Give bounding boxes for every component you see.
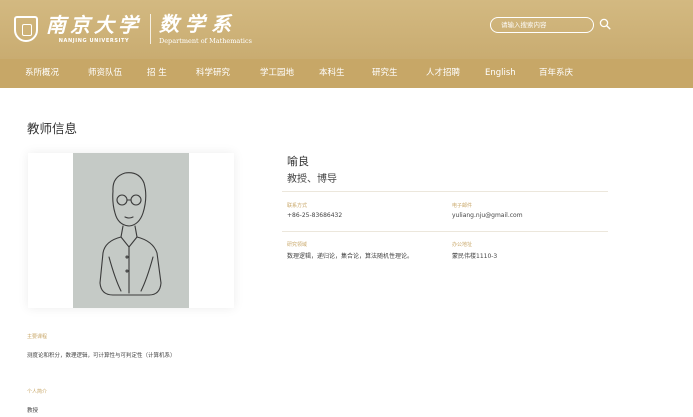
search-icon[interactable] <box>599 18 611 30</box>
teacher-photo <box>73 153 189 308</box>
research-field-value: 数理逻辑，递归论，集合论，算法随机性理论。 <box>287 253 414 260</box>
teacher-name: 喻良 <box>287 155 309 168</box>
department-name-cn: 数学系 <box>159 12 237 36</box>
main-nav: 系所概况 师资队伍 招 生 科学研究 学工园地 本科生 研究生 人才招聘 Eng… <box>0 59 693 88</box>
office-label: 办公地址 <box>452 242 473 248</box>
nav-item-overview[interactable]: 系所概况 <box>25 59 59 88</box>
nav-item-research[interactable]: 科学研究 <box>196 59 230 88</box>
nav-item-centennial[interactable]: 百年系庆 <box>539 59 573 88</box>
nav-item-english[interactable]: English <box>485 59 516 88</box>
bio-label: 个人简介 <box>27 389 48 395</box>
sketch-portrait-icon <box>73 153 189 308</box>
research-field-label: 研究领域 <box>287 242 308 248</box>
site-header: 南京大学 NANJING UNIVERSITY 数学系 Department o… <box>0 0 693 59</box>
university-name-cn: 南京大学 <box>46 13 142 37</box>
nav-item-admissions[interactable]: 招 生 <box>147 59 167 88</box>
department-name: 数学系 Department of Mathematics <box>159 13 252 45</box>
teacher-photo-card <box>28 153 234 308</box>
teacher-titles: 教授、博导 <box>287 174 337 185</box>
site-logo[interactable]: 南京大学 NANJING UNIVERSITY 数学系 Department o… <box>14 9 252 49</box>
courses-label: 主要课程 <box>27 334 48 340</box>
email-label: 电子邮件 <box>452 203 473 209</box>
nav-item-student-work[interactable]: 学工园地 <box>260 59 294 88</box>
info-divider-middle <box>282 231 608 232</box>
department-name-en: Department of Mathematics <box>159 37 252 45</box>
bio-value: 教授 <box>27 408 39 414</box>
office-value: 蒙民伟楼1110-3 <box>452 253 498 260</box>
phone-value: +86-25-83686432 <box>287 212 343 219</box>
nav-item-graduate[interactable]: 研究生 <box>372 59 398 88</box>
email-value[interactable]: yuliang.nju@gmail.com <box>452 212 523 219</box>
university-seal-icon <box>14 16 38 42</box>
page-title: 教师信息 <box>27 121 78 136</box>
courses-value: 测度论和积分，数理逻辑，可计算性与可判定性（计算机系） <box>27 353 176 359</box>
nav-item-faculty[interactable]: 师资队伍 <box>88 59 122 88</box>
phone-label: 联系方式 <box>287 203 308 209</box>
search-input[interactable] <box>490 17 594 33</box>
info-divider-top <box>282 191 608 192</box>
nav-item-undergraduate[interactable]: 本科生 <box>319 59 345 88</box>
university-name: 南京大学 NANJING UNIVERSITY <box>46 14 142 44</box>
logo-divider <box>150 14 151 44</box>
nav-item-recruitment[interactable]: 人才招聘 <box>426 59 460 88</box>
university-name-en: NANJING UNIVERSITY <box>58 38 130 44</box>
